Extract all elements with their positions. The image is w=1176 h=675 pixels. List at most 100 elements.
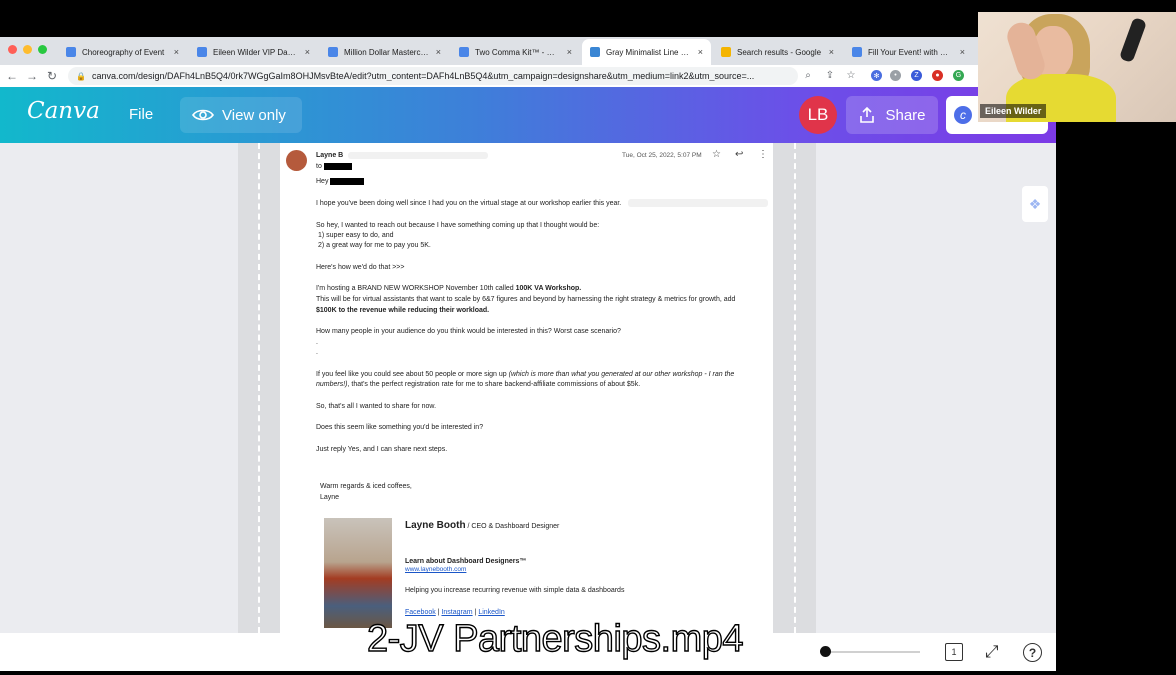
tab-close-icon[interactable]: × (960, 47, 965, 57)
blurred-text (628, 199, 768, 207)
redacted-name (330, 177, 365, 185)
browser-tab[interactable]: Two Comma Kit™ - Goo × (451, 39, 580, 65)
search-icon[interactable]: ⌕ (800, 68, 816, 84)
page-guide-left (258, 143, 260, 633)
webcam-overlay: Eileen Wilder (978, 12, 1176, 122)
help-button[interactable]: ? (1023, 643, 1042, 662)
greeting: Hey (316, 178, 329, 185)
paragraph-6-text-2: , that's the perfect registration rate f… (347, 381, 641, 388)
to-label: to (316, 163, 322, 170)
tab-close-icon[interactable]: × (829, 47, 834, 57)
paragraph-6-line-2: numbers!), that's the perfect registrati… (316, 380, 640, 389)
tab-title: Million Dollar Masterclass (344, 47, 430, 57)
extension-record-icon[interactable]: ● (932, 70, 943, 81)
paragraph-2: So hey, I wanted to reach out because I … (316, 222, 600, 229)
paragraph-6-text: If you feel like you could see about 50 … (316, 371, 509, 378)
tab-close-icon[interactable]: × (567, 47, 572, 57)
browser-tab[interactable]: Search results - Google × (713, 39, 842, 65)
tab-title: Fill Your Event! with Gue (868, 47, 954, 57)
share-page-icon[interactable]: ⇪ (822, 68, 838, 84)
tab-close-icon[interactable]: × (305, 47, 310, 57)
canva-logo[interactable]: Canva (27, 98, 100, 124)
browser-tab[interactable]: Gray Minimalist Line Sin × (582, 39, 711, 65)
browser-tab[interactable]: Million Dollar Masterclass × (320, 39, 449, 65)
user-avatar[interactable]: LB (799, 96, 837, 134)
tab-title: Gray Minimalist Line Sin (606, 47, 692, 57)
list-item-2: 2) a great way for me to pay you 5K. (318, 242, 431, 249)
email-screenshot: Layne B to Tue, Oct 25, 2022, 5:07 PM ☆ … (280, 143, 773, 633)
paragraph-9: Just reply Yes, and I can share next ste… (316, 446, 448, 453)
extension-gear-icon[interactable]: ✻ (871, 70, 882, 81)
tab-favicon-icon (852, 47, 862, 57)
email-date: Tue, Oct 25, 2022, 5:07 PM (622, 152, 702, 159)
spacer-dot-1: . (316, 339, 318, 346)
upload-share-icon (860, 106, 875, 123)
paragraph-6-italic-2: numbers!) (316, 381, 348, 388)
extension-icon[interactable]: • (890, 70, 901, 81)
webcam-name-label: Eileen Wilder (980, 104, 1047, 118)
dropbox-icon[interactable]: ❖ (1022, 186, 1048, 222)
browser-tab-strip: Choreography of Event × Eileen Wilder VIP … (0, 37, 980, 65)
signature-name: Layne Booth (405, 520, 466, 531)
forward-icon[interactable]: → (24, 68, 40, 84)
tab-favicon-icon (197, 47, 207, 57)
zoom-slider-knob[interactable] (820, 646, 831, 657)
eye-icon (192, 109, 214, 121)
browser-tab[interactable]: Choreography of Event × (58, 39, 187, 65)
paragraph-4: I'm hosting a BRAND NEW WORKSHOP Novembe… (316, 284, 581, 293)
zoom-slider-track[interactable] (822, 651, 920, 653)
close-window-button[interactable] (8, 45, 17, 54)
social-links: Facebook | Instagram | LinkedIn (405, 608, 505, 617)
tab-title: Choreography of Event (82, 47, 165, 57)
paragraph-8: Does this seem like something you'd be i… (316, 424, 484, 431)
extension-zoom-icon[interactable]: Z (911, 70, 922, 81)
share-button[interactable]: Share (846, 96, 938, 134)
tab-favicon-icon (721, 47, 731, 57)
view-only-button[interactable]: View only (180, 97, 302, 133)
sender-name: Layne B (316, 152, 344, 159)
browser-tab[interactable]: Fill Your Event! with Gue × (844, 39, 973, 65)
redacted-recipient (323, 162, 352, 170)
share-label: Share (885, 106, 926, 124)
tab-title: Search results - Google (737, 47, 822, 57)
fullscreen-icon[interactable]: ⤢ (985, 642, 999, 662)
signature-photo (324, 518, 392, 628)
bookmark-star-icon[interactable]: ☆ (843, 68, 859, 84)
view-only-label: View only (222, 106, 286, 124)
tab-close-icon[interactable]: × (174, 47, 179, 57)
browser-tab[interactable]: Eileen Wilder VIP Day™ × (189, 39, 318, 65)
paragraph-5: How many people in your audience do you … (316, 328, 621, 335)
signature-tagline: Helping you increase recurring revenue w… (405, 587, 625, 594)
paragraph-4-text: I'm hosting a BRAND NEW WORKSHOP Novembe… (316, 285, 516, 292)
tab-title: Two Comma Kit™ - Goo (475, 47, 561, 57)
tab-title: Eileen Wilder VIP Day™ (213, 47, 299, 57)
file-menu[interactable]: File (129, 106, 153, 123)
greeting-line: Hey (316, 177, 365, 186)
reply-icon[interactable]: ↩ (735, 150, 743, 160)
window-controls (8, 45, 47, 54)
maximize-window-button[interactable] (38, 45, 47, 54)
facebook-link[interactable]: Facebook (405, 609, 436, 616)
microphone (1118, 16, 1148, 64)
url-text: canva.com/design/DAFh4LnB5Q4/0rk7WGgGaIm… (91, 71, 755, 81)
linkedin-link[interactable]: LinkedIn (478, 609, 504, 616)
tab-close-icon[interactable]: × (436, 47, 441, 57)
signature-title: / CEO & Dashboard Designer (465, 523, 560, 530)
paragraph-4-line-2: This will be for virtual assistants that… (316, 296, 736, 303)
extension-grammarly-icon[interactable]: G (953, 70, 964, 81)
back-icon[interactable]: ← (4, 68, 20, 84)
star-icon[interactable]: ☆ (712, 150, 721, 160)
tab-close-icon[interactable]: × (698, 47, 703, 57)
reload-icon[interactable]: ↻ (44, 68, 60, 84)
instagram-link[interactable]: Instagram (441, 609, 472, 616)
signoff-line-2: Layne (320, 494, 340, 501)
signature-website-link[interactable]: www.laynebooth.com (405, 565, 466, 574)
more-options-icon[interactable]: ⋮ (758, 150, 768, 160)
paragraph-1: I hope you've been doing well since I ha… (316, 200, 622, 207)
paragraph-4-line-3: $100K to the revenue while reducing thei… (316, 307, 490, 314)
address-bar[interactable]: 🔒 canva.com/design/DAFh4LnB5Q4/0rk7WGgGa… (68, 67, 798, 85)
tab-favicon-icon (590, 47, 600, 57)
tab-favicon-icon (328, 47, 338, 57)
pages-button[interactable]: 1 (945, 643, 963, 661)
minimize-window-button[interactable] (23, 45, 32, 54)
